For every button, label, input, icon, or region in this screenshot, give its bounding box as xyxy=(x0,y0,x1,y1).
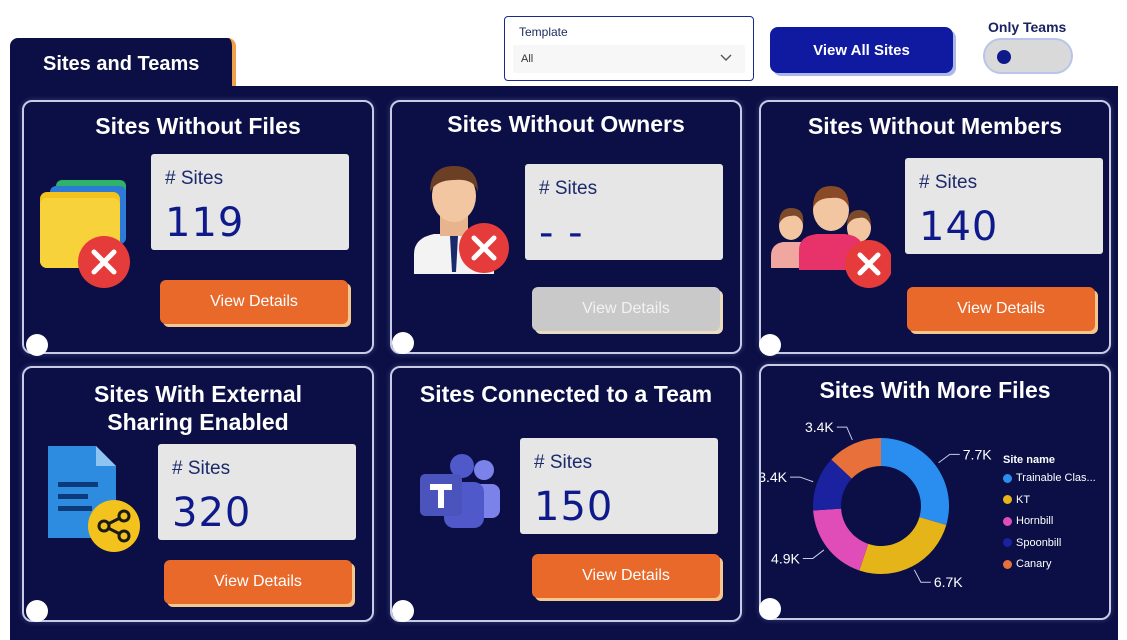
legend-swatch xyxy=(1003,473,1012,483)
view-details-button[interactable]: View Details xyxy=(532,554,720,598)
donut-slice[interactable] xyxy=(813,508,869,571)
legend-swatch xyxy=(1003,495,1012,504)
legend-item[interactable]: KT xyxy=(1003,494,1030,506)
card-sites-connected-team: Sites Connected to a Team # Sites 150 Vi… xyxy=(390,366,742,622)
template-dropdown[interactable]: All xyxy=(513,45,745,73)
legend-swatch xyxy=(1003,516,1012,526)
button-label: View Details xyxy=(210,293,298,310)
chevron-down-icon xyxy=(720,54,732,61)
legend-label: Trainable Clas... xyxy=(1016,472,1096,484)
kpi-value: 119 xyxy=(165,200,245,246)
leader-line xyxy=(790,476,814,483)
card-sites-without-files: Sites Without Files # Sites 119 View Det… xyxy=(22,100,374,356)
leader-line xyxy=(938,453,960,464)
leader-line xyxy=(836,426,853,441)
button-label: View Details xyxy=(214,573,302,590)
legend-swatch xyxy=(1003,538,1012,547)
data-label: 3.4K xyxy=(805,419,834,435)
drill-dot[interactable] xyxy=(26,600,48,622)
data-label: 4.9K xyxy=(771,550,800,566)
card-sites-more-files: Sites With More Files 7.7K 6.7K 4.9K 3.4K 3.… xyxy=(759,364,1111,620)
card-title: Sites Connected to a Team xyxy=(419,381,713,407)
donut-slice[interactable] xyxy=(881,438,949,525)
card-title-line1: Sites With External xyxy=(93,381,303,407)
kpi-box: # Sites - - xyxy=(525,164,723,260)
leader-line xyxy=(802,549,825,559)
kpi-label: # Sites xyxy=(534,452,593,473)
kpi-value: - - xyxy=(539,210,584,256)
data-label: 6.7K xyxy=(934,574,963,590)
drill-dot[interactable] xyxy=(26,334,48,356)
data-label: 7.7K xyxy=(963,446,992,462)
document-share-icon xyxy=(48,446,140,552)
legend-label: Canary xyxy=(1016,558,1052,570)
view-details-button[interactable]: View Details xyxy=(164,560,352,604)
button-label: View Details xyxy=(582,300,670,317)
kpi-label: # Sites xyxy=(172,458,231,479)
kpi-box: # Sites 150 xyxy=(520,438,718,534)
person-error-icon xyxy=(414,166,509,274)
kpi-label: # Sites xyxy=(539,178,598,199)
view-details-button[interactable]: View Details xyxy=(907,287,1095,331)
legend-item[interactable]: Canary xyxy=(1003,558,1051,570)
button-label: View Details xyxy=(582,567,670,584)
kpi-box: # Sites 140 xyxy=(905,158,1103,254)
slicer-title: Template xyxy=(519,25,568,39)
tab-label: Sites and Teams xyxy=(43,52,200,75)
card-title: Sites Without Members xyxy=(807,113,1063,139)
card-sites-without-owners: Sites Without Owners # Sites - - View De… xyxy=(390,100,742,354)
drill-dot[interactable] xyxy=(392,332,414,354)
slicer-value: All xyxy=(521,53,534,65)
donut-slice[interactable] xyxy=(859,517,947,574)
view-details-button[interactable]: View Details xyxy=(532,287,720,331)
leader-line xyxy=(913,569,931,583)
kpi-value: 320 xyxy=(172,490,252,536)
group-error-icon xyxy=(771,186,891,288)
drill-dot[interactable] xyxy=(759,334,781,356)
toggle-knob[interactable] xyxy=(997,50,1011,64)
kpi-value: 150 xyxy=(534,484,614,530)
only-teams-label: Only Teams xyxy=(988,19,1067,35)
card-title-line2: Sharing Enabled xyxy=(107,409,289,435)
drill-dot[interactable] xyxy=(759,598,781,620)
kpi-label: # Sites xyxy=(165,168,224,189)
legend-item[interactable]: Hornbill xyxy=(1003,515,1053,527)
folder-error-icon xyxy=(40,180,130,288)
card-sites-external-sharing: Sites With External Sharing Enabled # Si… xyxy=(22,366,374,622)
button-label: View Details xyxy=(957,300,1045,317)
dashboard-canvas: Sites Without Files # Sites 119 View Det… xyxy=(10,86,1118,640)
kpi-value: 140 xyxy=(919,204,999,250)
legend-label: Spoonbill xyxy=(1016,536,1062,549)
legend-label: Hornbill xyxy=(1016,515,1054,527)
card-title: Sites Without Files xyxy=(95,113,301,139)
view-all-sites-button[interactable]: View All Sites xyxy=(770,27,953,73)
template-slicer[interactable]: Template All xyxy=(504,16,754,81)
view-details-button[interactable]: View Details xyxy=(160,280,348,324)
view-all-sites-label: View All Sites xyxy=(813,41,910,59)
legend-item[interactable]: Trainable Clas... xyxy=(1003,472,1096,484)
only-teams-toggle[interactable] xyxy=(983,38,1073,74)
card-title: Sites Without Owners xyxy=(447,111,685,137)
legend-title: Site name xyxy=(1003,454,1055,466)
kpi-box: # Sites 119 xyxy=(151,154,349,250)
drill-dot[interactable] xyxy=(392,600,414,622)
card-sites-without-members: Sites Without Members # Sites 140 View D… xyxy=(759,100,1111,356)
donut-chart: 7.7K 6.7K 4.9K 3.4K 3.4K xyxy=(761,419,992,590)
legend-item[interactable]: Spoonbill xyxy=(1003,537,1061,549)
legend-label: KT xyxy=(1016,493,1031,506)
data-label: 3.4K xyxy=(761,469,788,485)
kpi-box: # Sites 320 xyxy=(158,444,356,540)
legend-swatch xyxy=(1003,559,1012,569)
kpi-label: # Sites xyxy=(919,172,978,193)
teams-icon xyxy=(420,454,500,528)
tab-sites-and-teams[interactable]: Sites and Teams xyxy=(10,38,236,90)
